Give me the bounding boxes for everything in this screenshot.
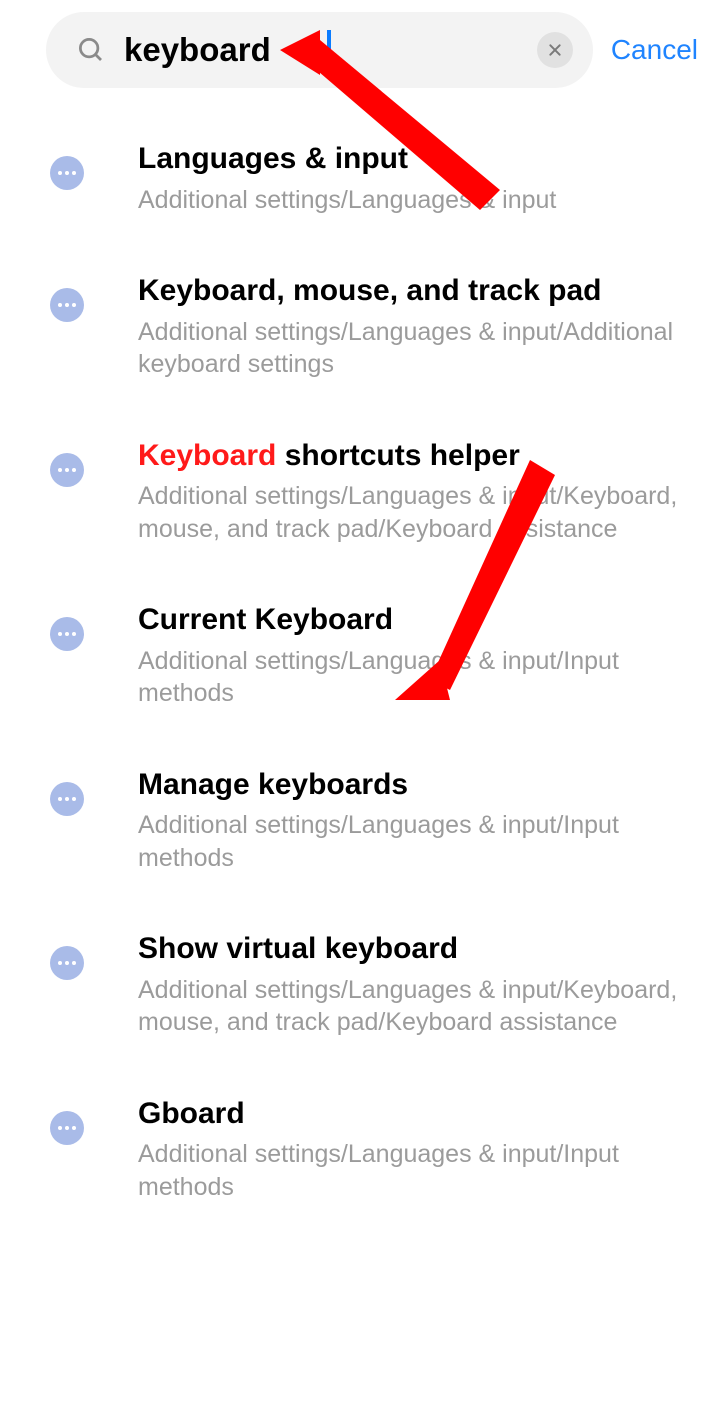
search-input[interactable]: keyboard bbox=[106, 31, 329, 69]
more-icon bbox=[50, 156, 84, 190]
result-title: Current Keyboard bbox=[138, 601, 682, 639]
result-title: Manage keyboards bbox=[138, 766, 682, 804]
search-results-list: Languages & input Additional settings/La… bbox=[0, 100, 720, 1203]
search-icon bbox=[76, 35, 106, 65]
text-caret bbox=[327, 30, 331, 70]
result-title: Languages & input bbox=[138, 140, 682, 178]
result-languages-input[interactable]: Languages & input Additional settings/La… bbox=[50, 140, 682, 216]
result-path: Additional settings/Languages & input/Ke… bbox=[138, 974, 682, 1039]
result-keyboard-mouse-trackpad[interactable]: Keyboard, mouse, and track pad Additiona… bbox=[50, 272, 682, 381]
cancel-button[interactable]: Cancel bbox=[611, 34, 702, 66]
result-path: Additional settings/Languages & input/In… bbox=[138, 1138, 682, 1203]
more-icon bbox=[50, 782, 84, 816]
search-header: keyboard Cancel bbox=[0, 0, 720, 100]
result-title: Keyboard, mouse, and track pad bbox=[138, 272, 682, 310]
result-keyboard-shortcuts-helper[interactable]: Keyboard shortcuts helper Additional set… bbox=[50, 437, 682, 546]
more-icon bbox=[50, 1111, 84, 1145]
result-path: Additional settings/Languages & input/In… bbox=[138, 645, 682, 710]
result-path: Additional settings/Languages & input/In… bbox=[138, 809, 682, 874]
result-show-virtual-keyboard[interactable]: Show virtual keyboard Additional setting… bbox=[50, 930, 682, 1039]
result-gboard[interactable]: Gboard Additional settings/Languages & i… bbox=[50, 1095, 682, 1204]
result-current-keyboard[interactable]: Current Keyboard Additional settings/Lan… bbox=[50, 601, 682, 710]
result-path: Additional settings/Languages & input/Ke… bbox=[138, 480, 682, 545]
result-path: Additional settings/Languages & input/Ad… bbox=[138, 316, 682, 381]
result-title: Show virtual keyboard bbox=[138, 930, 682, 968]
more-icon bbox=[50, 617, 84, 651]
result-title: Keyboard shortcuts helper bbox=[138, 437, 682, 475]
more-icon bbox=[50, 946, 84, 980]
more-icon bbox=[50, 453, 84, 487]
result-title: Gboard bbox=[138, 1095, 682, 1133]
result-path: Additional settings/Languages & input bbox=[138, 184, 682, 217]
search-box[interactable]: keyboard bbox=[46, 12, 593, 88]
result-manage-keyboards[interactable]: Manage keyboards Additional settings/Lan… bbox=[50, 766, 682, 875]
clear-search-button[interactable] bbox=[537, 32, 573, 68]
more-icon bbox=[50, 288, 84, 322]
